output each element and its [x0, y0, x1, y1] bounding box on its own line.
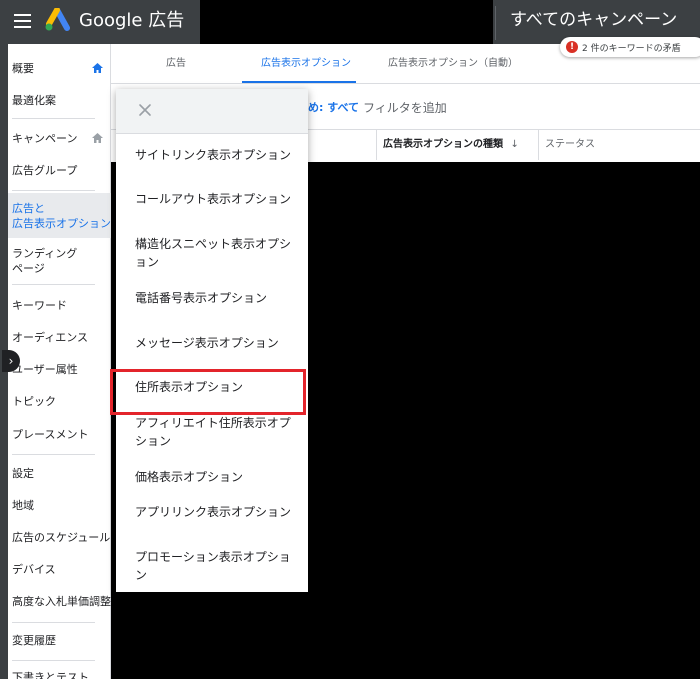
sidebar-item-overview[interactable]: 概要: [12, 61, 34, 76]
notice-text: 2 件のキーワードの矛盾: [582, 43, 681, 54]
filter-chip[interactable]: め: すべて: [308, 99, 359, 115]
menu-item-structured-snippet[interactable]: 構造化スニペット表示オプション: [135, 235, 295, 271]
sidebar-item-ads-and-extensions[interactable]: 広告と 広告表示オプション: [12, 201, 111, 231]
sidebar-item-demographics[interactable]: ユーザー属性: [12, 362, 78, 377]
nav-divider: [12, 190, 95, 191]
menu-item-sitelink[interactable]: サイトリンク表示オプション: [135, 146, 295, 164]
sidebar-item-label-line2: ページ: [12, 262, 45, 275]
sidebar-item-landing-pages[interactable]: ランディング ページ: [12, 246, 77, 276]
tab-automated-extensions[interactable]: 広告表示オプション（自動）: [388, 57, 518, 71]
sidebar-item-placements[interactable]: プレースメント: [12, 427, 88, 442]
menu-item-message[interactable]: メッセージ表示オプション: [135, 334, 295, 352]
home-icon: [92, 63, 103, 73]
sidebar-item-drafts-and-experiments[interactable]: 下書きとテスト: [12, 670, 89, 679]
sidebar-item-topics[interactable]: トピック: [12, 394, 56, 409]
column-header-status[interactable]: ステータス: [545, 138, 595, 152]
brand-name: Google 広告: [79, 10, 185, 31]
sidebar-item-audiences[interactable]: オーディエンス: [12, 330, 88, 345]
menu-item-location[interactable]: 住所表示オプション: [135, 378, 295, 396]
keyword-conflict-notice[interactable]: ! 2 件のキーワードの矛盾: [560, 37, 700, 57]
sidebar-item-locations[interactable]: 地域: [12, 498, 34, 513]
tab-ad-extensions[interactable]: 広告表示オプション: [261, 57, 351, 71]
column-separator: [538, 130, 539, 160]
sidebar-item-recommendations[interactable]: 最適化案: [12, 93, 56, 108]
sidebar-item-label-line2: 広告表示オプション: [12, 217, 111, 230]
nav-divider: [12, 118, 95, 119]
home-icon: [92, 133, 103, 143]
topbar-divider: [495, 6, 496, 40]
sidebar-item-settings[interactable]: 設定: [12, 466, 34, 481]
menu-item-call[interactable]: 電話番号表示オプション: [135, 289, 295, 307]
menu-item-promotion[interactable]: プロモーション表示オプション: [135, 548, 295, 584]
sidebar-item-label-line1: ランディング: [12, 247, 78, 260]
tab-ads[interactable]: 広告: [166, 57, 186, 71]
sidebar-item-ad-groups[interactable]: 広告グループ: [12, 163, 77, 178]
column-header-extension-type[interactable]: 広告表示オプションの種類 ↓: [383, 138, 519, 152]
add-filter-button[interactable]: フィルタを追加: [363, 99, 447, 116]
close-icon[interactable]: [136, 101, 154, 119]
sidebar-item-campaigns[interactable]: キャンペーン: [12, 131, 77, 146]
menu-item-affiliate-location[interactable]: アフィリエイト住所表示オプション: [135, 414, 295, 450]
extension-type-menu: サイトリンク表示オプション コールアウト表示オプション 構造化スニペット表示オプ…: [116, 89, 308, 592]
google-ads-logo: [45, 8, 70, 31]
nav-divider: [12, 660, 95, 661]
sidebar-item-keywords[interactable]: キーワード: [12, 298, 67, 313]
menu-item-app[interactable]: アプリリンク表示オプション: [135, 503, 295, 521]
menu-item-price[interactable]: 価格表示オプション: [135, 468, 295, 486]
column-header-label: 広告表示オプションの種類: [383, 139, 503, 150]
menu-header: [116, 89, 308, 134]
sidebar-item-ad-schedule[interactable]: 広告のスケジュール: [12, 530, 110, 545]
menu-icon[interactable]: [14, 14, 31, 28]
sidebar-item-change-history[interactable]: 変更履歴: [12, 633, 56, 648]
nav-divider: [12, 622, 95, 623]
column-separator: [376, 130, 377, 160]
sidebar-item-devices[interactable]: デバイス: [12, 562, 56, 577]
sidebar-item-advanced-bid-adjustments[interactable]: 高度な入札単価調整: [12, 594, 111, 609]
nav-divider: [12, 454, 95, 455]
campaign-title[interactable]: すべてのキャンペーン: [510, 8, 677, 32]
alert-icon: !: [566, 41, 578, 53]
sidebar-item-label-line1: 広告と: [12, 202, 45, 215]
tabs-border: [111, 83, 700, 84]
redacted-account-area: [200, 0, 493, 46]
nav-divider: [12, 284, 95, 285]
menu-item-callout[interactable]: コールアウト表示オプション: [135, 190, 295, 208]
sort-arrow-icon: ↓: [510, 139, 519, 150]
